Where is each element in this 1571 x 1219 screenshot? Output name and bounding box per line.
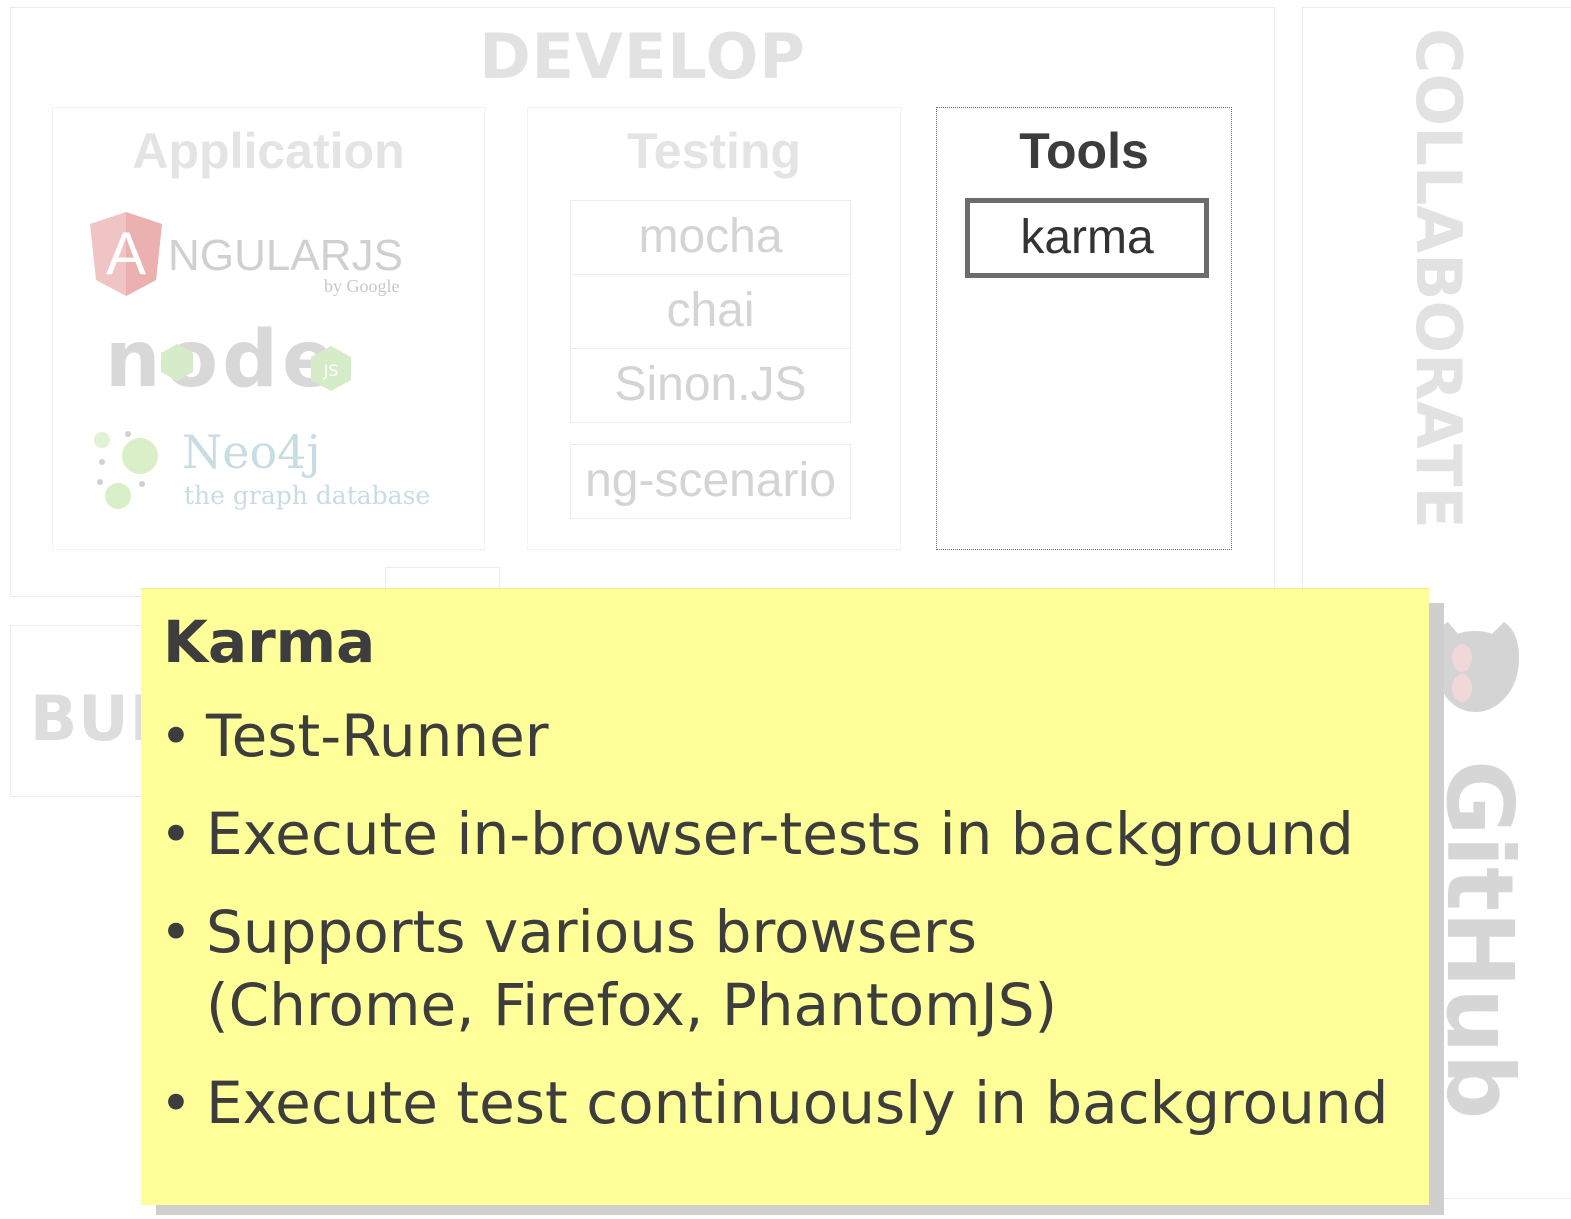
angular-initial: A [106,220,146,287]
build-title: BUI [30,682,154,755]
testing-item-sinon[interactable]: Sinon.JS [570,348,851,423]
note-bullet: Test-Runner [160,700,1420,773]
application-title: Application [132,123,405,179]
develop-title: DEVELOP [479,20,806,93]
tools-panel[interactable]: Tools [936,107,1232,550]
testing-item-ng-scenario[interactable]: ng-scenario [570,444,851,519]
tools-item-karma[interactable]: karma [965,198,1209,278]
neo4j-logo: Neo4j the graph database [94,425,430,510]
collaborate-title: COLLABORATE [1402,28,1475,529]
note-title: Karma [163,608,376,676]
node-wordmark: node [105,318,339,403]
tools-title: Tools [1019,123,1149,179]
note-bullet: Execute test continuously in background [160,1067,1420,1140]
note-bullet-list: Test-Runner Execute in-browser-tests in … [160,700,1420,1165]
neo4j-tagline: the graph database [184,481,430,510]
node-badge: JS [323,361,339,380]
note-bullet: Supports various browsers (Chrome, Firef… [160,896,1420,1042]
testing-item-mocha[interactable]: mocha [570,200,851,275]
angular-wordmark: NGULARJS [168,231,403,280]
nodejs-logo: node JS [105,318,351,403]
testing-item-chai[interactable]: chai [570,274,851,349]
testing-title: Testing [626,123,802,179]
neo4j-name: Neo4j [182,425,321,479]
note-bullet: Execute in-browser-tests in background [160,798,1420,871]
note-bullet-text: Supports various browsers (Chrome, Firef… [206,898,1058,1039]
angularjs-logo: A NGULARJS by Google [90,212,403,296]
angular-byline: by Google [324,276,400,296]
